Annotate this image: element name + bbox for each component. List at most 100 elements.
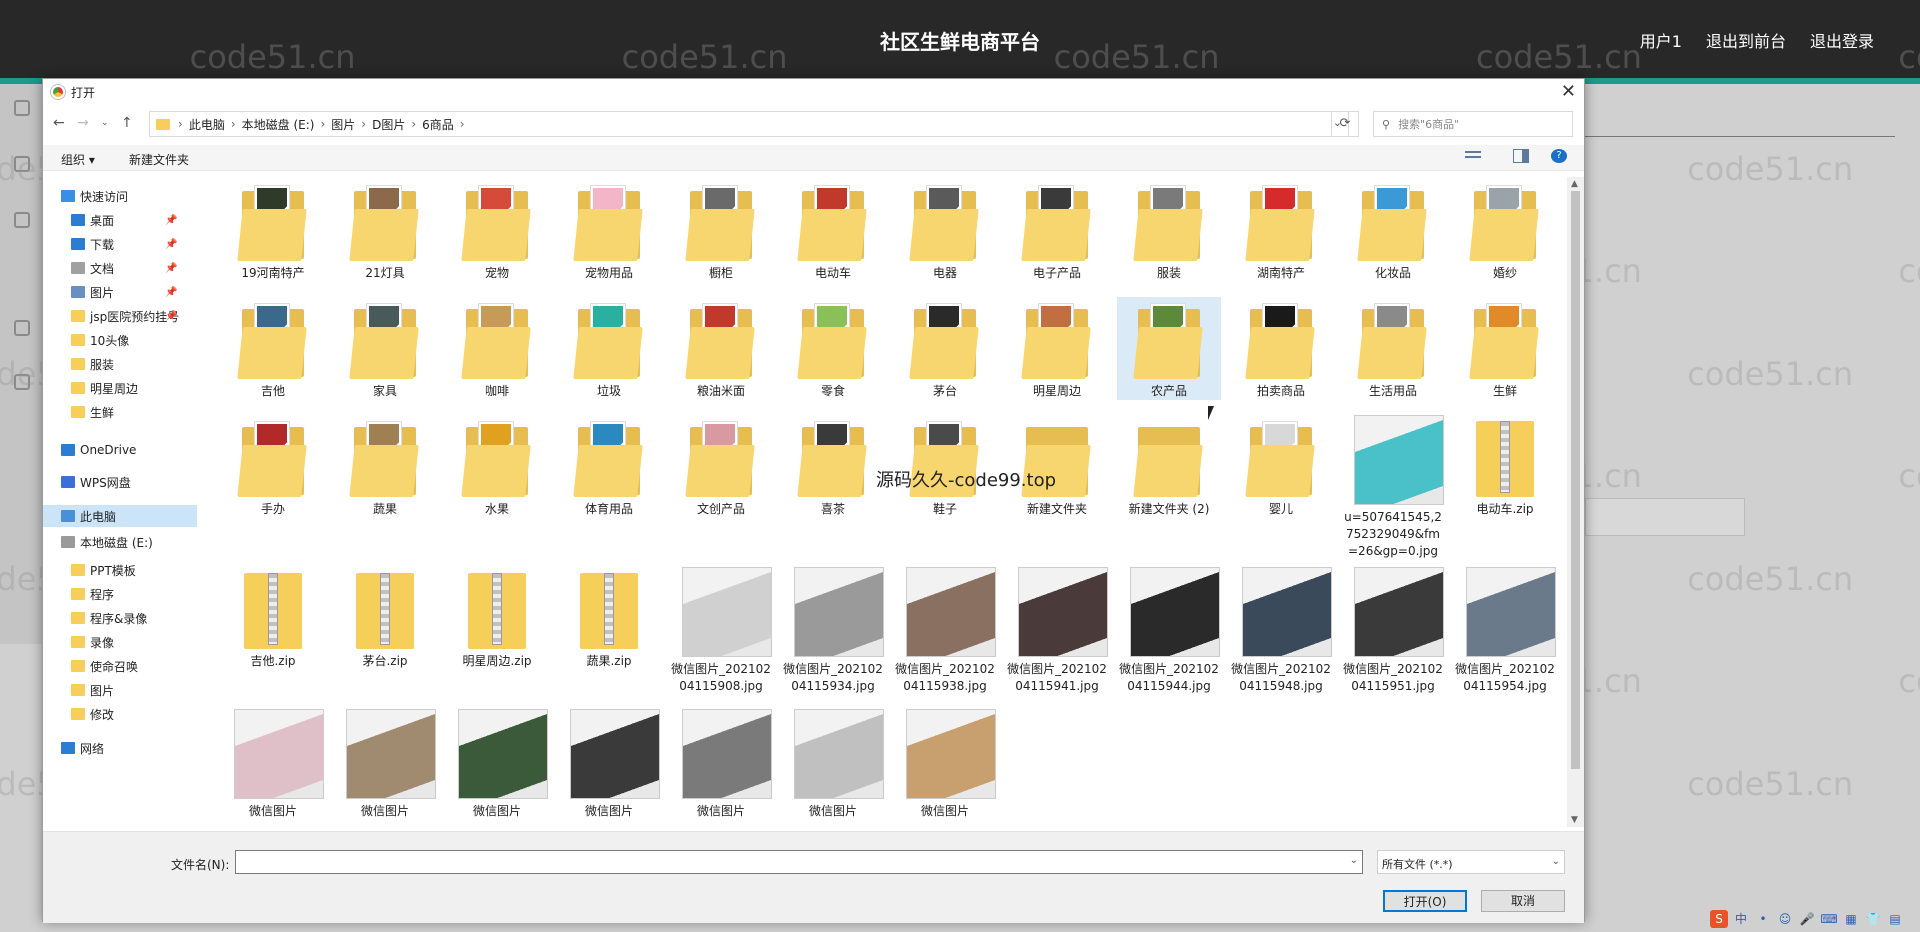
nav-item[interactable]: 图片 (71, 679, 114, 701)
file-item[interactable]: 明星周边.zip (445, 567, 549, 670)
file-item[interactable]: 化妆品 (1341, 179, 1445, 282)
file-item[interactable]: 婚纱 (1453, 179, 1557, 282)
nav-logout[interactable]: 退出登录 (1810, 28, 1874, 52)
nav-user[interactable]: 用户1 (1640, 28, 1682, 52)
file-item[interactable]: 粮油米面 (669, 297, 773, 400)
nav-item[interactable]: 服装 (71, 353, 114, 375)
nav-item[interactable]: 快速访问 (61, 185, 128, 207)
breadcrumb-pictures[interactable]: 图片 (331, 116, 355, 133)
tray-icon[interactable]: • (1754, 910, 1772, 928)
nav-item[interactable]: 图片 📌 (71, 281, 177, 303)
tray-icon[interactable]: ▤ (1886, 910, 1904, 928)
view-options-icon[interactable] (1465, 149, 1481, 163)
file-item[interactable]: 微信图片_20210204115934.jpg (781, 567, 885, 695)
file-item[interactable]: 吉他 (221, 297, 325, 400)
address-bar[interactable]: › 此电脑 › 本地磁盘 (E:) › 图片 › D图片 › 6商品 › ⌄ (149, 111, 1349, 137)
nav-item[interactable]: 使命召唤 (71, 655, 138, 677)
file-item[interactable]: 蔬果 (333, 415, 437, 518)
breadcrumb-d-pictures[interactable]: D图片 (372, 116, 405, 133)
file-item[interactable]: 茅台.zip (333, 567, 437, 670)
file-item[interactable]: 服装 (1117, 179, 1221, 282)
file-item[interactable]: 橱柜 (669, 179, 773, 282)
nav-item[interactable]: 程序 (71, 583, 114, 605)
file-item[interactable]: 垃圾 (557, 297, 661, 400)
nav-item[interactable]: 下载 📌 (71, 233, 177, 255)
file-item[interactable]: 微信图片 (781, 709, 885, 820)
up-arrow-icon[interactable]: ↑ (121, 115, 133, 131)
file-item[interactable]: 电器 (893, 179, 997, 282)
file-item[interactable]: 微信图片_20210204115941.jpg (1005, 567, 1109, 695)
file-item[interactable]: 微信图片 (333, 709, 437, 820)
tray-icon[interactable]: 🎤 (1798, 910, 1816, 928)
file-item[interactable]: 明星周边 (1005, 297, 1109, 400)
file-item[interactable]: 微信图片_20210204115938.jpg (893, 567, 997, 695)
scrollbar-thumb[interactable] (1571, 191, 1580, 769)
file-item[interactable]: 茅台 (893, 297, 997, 400)
organize-button[interactable]: 组织 ▾ (61, 151, 95, 168)
nav-item[interactable]: 修改 (71, 703, 114, 725)
file-item[interactable]: 电动车 (781, 179, 885, 282)
file-item[interactable]: 文创产品 (669, 415, 773, 518)
preview-pane-icon[interactable] (1513, 149, 1529, 163)
tray-icon[interactable]: S (1710, 910, 1728, 928)
filename-input[interactable]: ⌄ (235, 850, 1363, 874)
vertical-scrollbar[interactable]: ▲ ▼ (1567, 177, 1584, 827)
filename-dropdown-icon[interactable]: ⌄ (1350, 855, 1358, 866)
scroll-down-icon[interactable]: ▼ (1571, 815, 1578, 825)
tray-icon[interactable]: 中 (1732, 910, 1750, 928)
file-item[interactable]: 婴儿 (1229, 415, 1333, 518)
refresh-button[interactable]: ⟳ (1331, 111, 1359, 137)
file-item[interactable]: 家具 (333, 297, 437, 400)
file-item[interactable]: 生活用品 (1341, 297, 1445, 400)
file-item[interactable]: 新建文件夹 (2) (1117, 415, 1221, 518)
file-item[interactable]: 微信图片 (669, 709, 773, 820)
nav-item[interactable]: OneDrive (61, 439, 136, 461)
file-item[interactable]: 21灯具 (333, 179, 437, 282)
file-item[interactable]: 微信图片_20210204115954.jpg (1453, 567, 1557, 695)
file-item[interactable]: 微信图片 (893, 709, 997, 820)
file-item[interactable]: 微信图片 (557, 709, 661, 820)
nav-item[interactable]: 桌面 📌 (71, 209, 177, 231)
nav-item[interactable]: PPT模板 (71, 559, 136, 581)
file-item[interactable]: 手办 (221, 415, 325, 518)
file-item[interactable]: 微信图片_20210204115908.jpg (669, 567, 773, 695)
nav-item[interactable]: 本地磁盘 (E:) (61, 531, 153, 553)
file-item[interactable]: 微信图片 (445, 709, 549, 820)
file-item[interactable]: 水果 (445, 415, 549, 518)
close-button[interactable]: ✕ (1561, 81, 1576, 102)
file-item[interactable]: 微信图片_20210204115948.jpg (1229, 567, 1333, 695)
breadcrumb-drive-e[interactable]: 本地磁盘 (E:) (242, 116, 315, 133)
file-item[interactable]: 宠物用品 (557, 179, 661, 282)
file-item[interactable]: 宠物 (445, 179, 549, 282)
cancel-button[interactable]: 取消 (1481, 890, 1565, 912)
nav-item[interactable]: 生鲜 (71, 401, 114, 423)
nav-item[interactable]: 网络 (61, 737, 104, 759)
new-folder-button[interactable]: 新建文件夹 (129, 151, 189, 168)
nav-item[interactable]: jsp医院预约挂号 📌 (71, 305, 179, 327)
file-item[interactable]: 体育用品 (557, 415, 661, 518)
file-item[interactable]: 微信图片_20210204115944.jpg (1117, 567, 1221, 695)
tray-icon[interactable]: 👕 (1864, 910, 1882, 928)
nav-item[interactable]: 此电脑 (43, 505, 197, 527)
file-item[interactable]: 咖啡 (445, 297, 549, 400)
back-arrow-icon[interactable]: ← (53, 115, 65, 131)
file-item[interactable]: 电子产品 (1005, 179, 1109, 282)
tray-icon[interactable]: ▦ (1842, 910, 1860, 928)
file-item[interactable]: u=507641545,2752329049&fm=26&gp=0.jpg (1341, 415, 1445, 560)
file-item[interactable]: 电动车.zip (1453, 415, 1557, 518)
file-item[interactable]: 湖南特产 (1229, 179, 1333, 282)
forward-arrow-icon[interactable]: → (77, 115, 89, 131)
breadcrumb-goods[interactable]: 6商品 (422, 116, 454, 133)
nav-item[interactable]: 录像 (71, 631, 114, 653)
nav-item[interactable]: 10头像 (71, 329, 129, 351)
nav-item[interactable]: WPS网盘 (61, 471, 131, 493)
file-item[interactable]: 微信图片_20210204115951.jpg (1341, 567, 1445, 695)
tray-icon[interactable]: ☺ (1776, 910, 1794, 928)
nav-item[interactable]: 文档 📌 (71, 257, 177, 279)
help-icon[interactable]: ? (1551, 149, 1567, 163)
search-box[interactable]: ⚲ 搜索"6商品" (1373, 111, 1573, 137)
file-item[interactable]: 生鲜 (1453, 297, 1557, 400)
file-item[interactable]: 农产品 (1117, 297, 1221, 400)
file-item[interactable]: 蔬果.zip (557, 567, 661, 670)
filetype-select[interactable]: 所有文件 (*.*) ⌄ (1377, 850, 1565, 874)
